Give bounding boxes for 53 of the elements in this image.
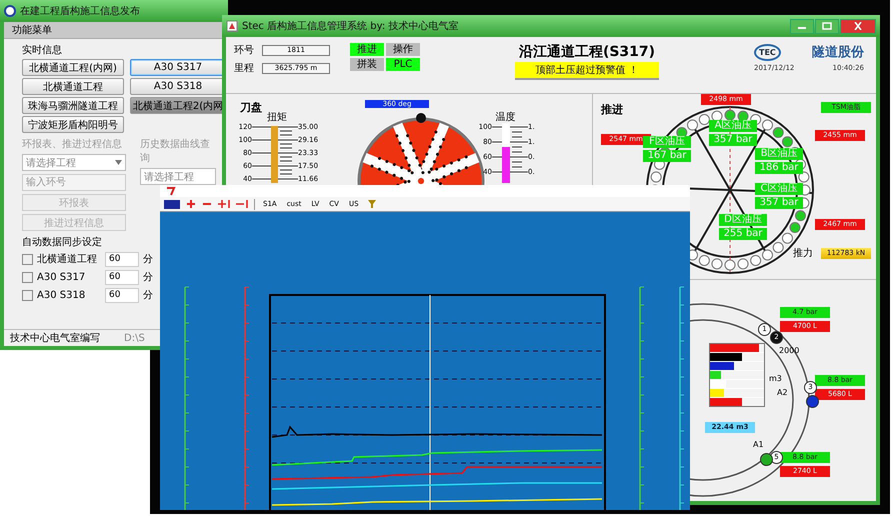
zone-pressure: 357 bar xyxy=(755,197,803,209)
unit-label: 分 xyxy=(143,271,153,284)
project-dropdown[interactable]: 请选择工程 xyxy=(140,168,216,185)
project-label: 北横通道工程 xyxy=(37,252,98,266)
gauge-label: 扭矩 xyxy=(266,112,288,123)
status-light: 操作 xyxy=(386,43,420,56)
interval-field[interactable]: 60 xyxy=(105,252,139,266)
zone-label: A区油压 xyxy=(709,120,757,132)
gauge-label: 温度 xyxy=(494,112,516,123)
field-label: 环号 xyxy=(234,44,254,57)
window-title: 在建工程盾构施工信息发布 xyxy=(20,4,140,18)
zone-label: C区油压 xyxy=(755,183,803,195)
unit-label: m3 xyxy=(769,374,782,383)
zone-label: B区油压 xyxy=(755,148,803,160)
section-heading: 环报表、推进过程信息 xyxy=(22,138,123,151)
panel-heading: 推进 xyxy=(601,102,623,117)
unit-label: 分 xyxy=(143,253,153,266)
section-heading: 实时信息 xyxy=(22,44,63,57)
ring-number-field[interactable]: 输入环号 xyxy=(22,174,126,191)
project-button[interactable]: 珠海马骝洲隧道工程 xyxy=(22,97,124,114)
alarm-banner: 顶部土压超过预警值 ！ xyxy=(515,62,659,80)
interval-field[interactable]: 60 xyxy=(105,288,139,302)
window-title: Stec 盾构施工信息管理系统 by: 技术中心电气室 xyxy=(242,20,458,33)
status-light: 推进 xyxy=(350,43,384,56)
zone-pressure: 167 bar xyxy=(643,150,691,162)
force-label: 推力 xyxy=(793,246,813,260)
project-dropdown[interactable]: 请选择工程 xyxy=(22,154,126,171)
section-heading: 自动数据同步设定 xyxy=(22,236,103,249)
status-text: 技术中心电气室编写 xyxy=(10,332,100,345)
zone-label: D区油压 xyxy=(719,214,767,226)
project-button[interactable]: 宁波矩形盾构阳明号 xyxy=(22,116,124,133)
interval-field[interactable]: 60 xyxy=(105,270,139,284)
port-label: A2 xyxy=(777,388,788,397)
project-label: A30 S317 xyxy=(37,272,86,282)
menu-item[interactable]: 功能菜单 xyxy=(12,23,52,37)
logo-mark: TEC xyxy=(754,44,781,60)
unit-label: 分 xyxy=(143,289,153,302)
status-path: D:\S xyxy=(124,332,145,344)
port-label: A1 xyxy=(753,440,764,449)
project-label: A30 S318 xyxy=(37,290,86,300)
section-heading: 历史数据曲线查询 xyxy=(140,138,211,165)
status-light: 拼装 xyxy=(350,58,384,71)
zone-label: F区油压 xyxy=(643,136,691,148)
project-button[interactable]: 北横通道工程 xyxy=(22,78,124,95)
panel-heading: 刀盘 xyxy=(240,100,262,115)
project-title: 沿江通道工程(S317) xyxy=(518,43,656,61)
company-name: 隧道股份 xyxy=(812,44,864,61)
zone-pressure: 186 bar xyxy=(755,162,803,174)
zone-pressure: 357 bar xyxy=(709,134,757,146)
project-button[interactable]: 北横通道工程(内网) xyxy=(22,59,124,76)
status-light: PLC xyxy=(386,58,420,71)
field-label: 里程 xyxy=(234,62,254,75)
zone-pressure: 255 bar xyxy=(719,228,767,240)
